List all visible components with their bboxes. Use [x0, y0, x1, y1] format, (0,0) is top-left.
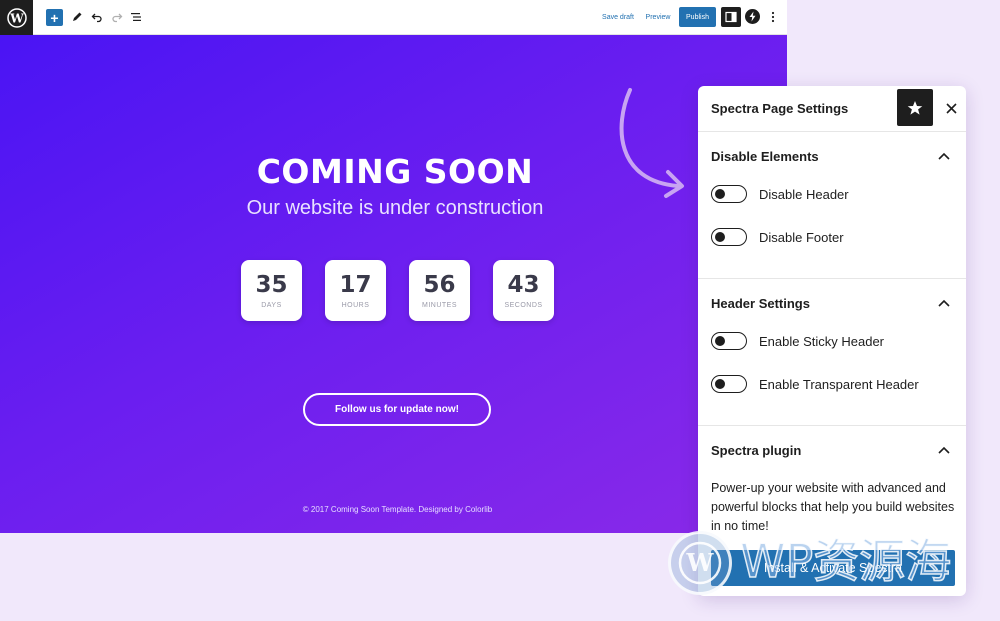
wordpress-icon: W [6, 7, 27, 28]
chevron-up-icon[interactable] [937, 151, 951, 161]
add-block-button[interactable]: + [46, 9, 63, 26]
sidebar-panel-icon [725, 11, 737, 23]
section-spectra-plugin-title[interactable]: Spectra plugin [711, 443, 801, 458]
more-options-button[interactable] [768, 9, 778, 25]
countdown-hours: 17 HOURS [325, 260, 386, 321]
toggle-label: Enable Sticky Header [759, 333, 885, 349]
section-header-settings: Header Settings Enable Sticky Header Ena… [698, 279, 966, 426]
watermark-text: WP资源海 [739, 533, 952, 589]
save-draft-button[interactable]: Save draft [598, 8, 638, 26]
section-title[interactable]: Header Settings [711, 296, 810, 311]
chevron-up-icon[interactable] [937, 298, 951, 308]
close-panel-button[interactable] [942, 99, 960, 117]
close-icon [945, 102, 957, 114]
more-vertical-icon [771, 11, 775, 23]
section-title[interactable]: Disable Elements [711, 149, 819, 164]
watermark: W WP资源海 [668, 528, 988, 598]
countdown-label: HOURS [341, 302, 370, 309]
countdown-value: 43 [507, 272, 540, 298]
countdown-label: DAYS [261, 302, 282, 309]
editor-window: W + Save draft Preview Publish COMING SO… [0, 0, 787, 533]
toggle-knob [715, 188, 725, 199]
toggle-switch[interactable] [711, 332, 747, 350]
svg-text:W: W [686, 548, 715, 577]
toggle-knob [715, 231, 725, 242]
countdown-minutes: 56 MINUTES [409, 260, 470, 321]
toggle-switch[interactable] [711, 228, 747, 246]
toggle-switch[interactable] [711, 185, 747, 203]
toggle-disable-footer[interactable]: Disable Footer [711, 227, 844, 247]
countdown-seconds: 43 SECONDS [493, 260, 554, 321]
toggle-knob [715, 335, 725, 346]
countdown-value: 17 [339, 272, 372, 298]
spectra-bolt-icon [749, 11, 756, 22]
plus-icon: + [50, 9, 59, 26]
toggle-label: Enable Transparent Header [759, 376, 919, 392]
spectra-settings-panel: Spectra Page Settings Disable Elements D… [698, 86, 966, 596]
toggle-disable-header[interactable]: Disable Header [711, 184, 849, 204]
spectra-button[interactable] [745, 9, 760, 24]
tools-button[interactable] [70, 8, 84, 26]
curved-arrow-icon [619, 88, 684, 198]
wordpress-logo-button[interactable]: W [0, 0, 33, 35]
undo-button[interactable] [90, 8, 104, 26]
list-view-icon [131, 13, 141, 21]
preview-button[interactable]: Preview [643, 8, 673, 26]
toggle-label: Disable Footer [759, 229, 844, 245]
settings-toggle-button[interactable] [721, 7, 741, 27]
countdown-value: 56 [423, 272, 456, 298]
toggle-transparent-header[interactable]: Enable Transparent Header [711, 374, 919, 394]
toggle-label: Disable Header [759, 186, 849, 202]
panel-header: Spectra Page Settings [698, 86, 966, 132]
section-disable-elements: Disable Elements Disable Header Disable … [698, 132, 966, 279]
wordpress-w-icon: W [678, 541, 722, 585]
favorite-button[interactable] [897, 89, 933, 126]
toggle-sticky-header[interactable]: Enable Sticky Header [711, 331, 884, 351]
wordpress-watermark-icon: W [668, 531, 732, 595]
star-icon [907, 100, 923, 115]
editor-toolbar: W + Save draft Preview Publish [0, 0, 787, 35]
chevron-up-icon[interactable] [937, 445, 951, 455]
countdown-days: 35 DAYS [241, 260, 302, 321]
pencil-icon [73, 12, 82, 21]
toggle-knob [715, 378, 725, 389]
countdown-label: SECONDS [504, 302, 543, 309]
redo-icon [112, 13, 123, 23]
countdown-value: 35 [255, 272, 288, 298]
page-footer-text: © 2017 Coming Soon Template. Designed by… [302, 505, 493, 514]
countdown-label: MINUTES [422, 302, 457, 309]
toggle-switch[interactable] [711, 375, 747, 393]
publish-button[interactable]: Publish [679, 7, 716, 27]
list-view-button[interactable] [129, 8, 143, 26]
panel-title: Spectra Page Settings [711, 101, 849, 116]
follow-us-button[interactable]: Follow us for update now! [303, 393, 491, 426]
svg-text:W: W [9, 11, 24, 25]
redo-button[interactable] [110, 8, 124, 26]
undo-icon [91, 13, 102, 23]
